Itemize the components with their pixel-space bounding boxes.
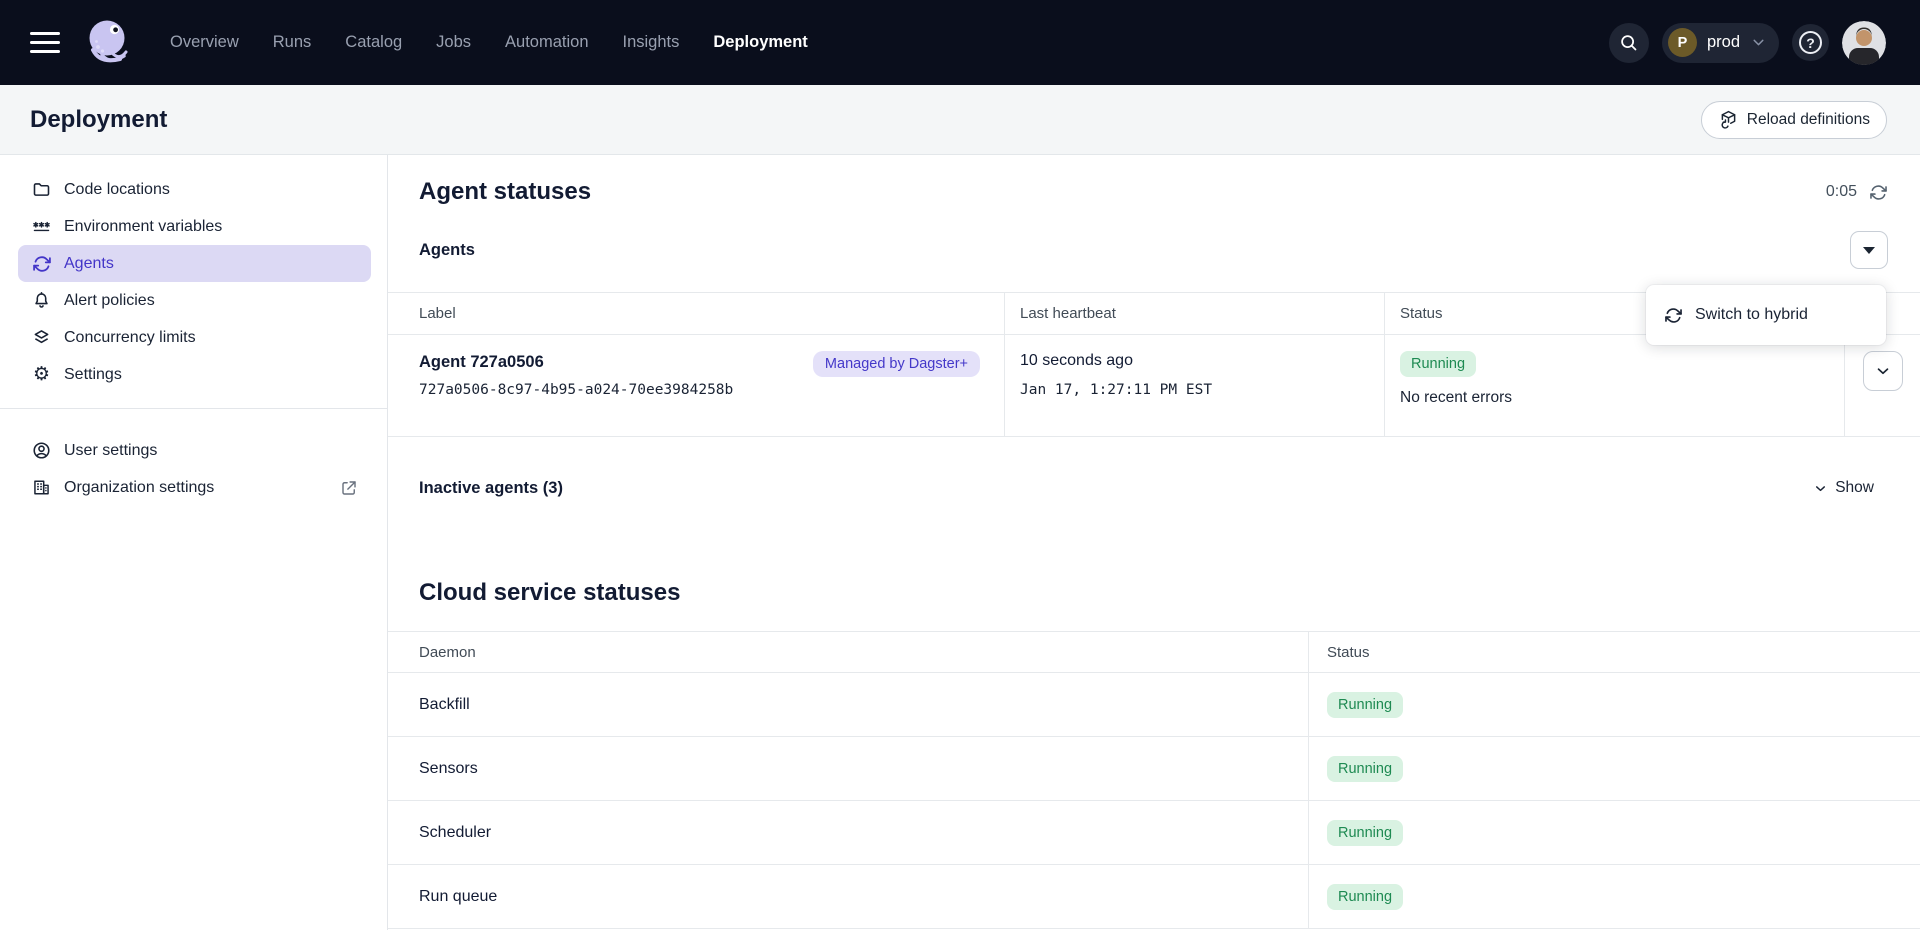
sidebar-item-environment-variables[interactable]: Environment variables (18, 208, 371, 245)
column-header-daemon: Daemon (388, 632, 1308, 672)
daemon-name: Backfill (388, 673, 1308, 736)
sidebar-item-code-locations[interactable]: Code locations (18, 171, 371, 208)
heartbeat-timestamp: Jan 17, 1:27:11 PM EST (1020, 382, 1369, 398)
agents-section-title: Agents (419, 241, 475, 260)
nav-item-runs[interactable]: Runs (273, 33, 312, 52)
chevron-down-icon (1874, 362, 1892, 380)
org-avatar: P (1668, 28, 1697, 57)
agent-status-badge: Running (1400, 351, 1476, 377)
nav-item-catalog[interactable]: Catalog (345, 33, 402, 52)
sidebar-item-user-settings[interactable]: User settings (18, 432, 371, 469)
agent-name: Agent 727a0506 (419, 351, 733, 373)
gear-icon: ⚙ (31, 364, 52, 385)
top-nav: Overview Runs Catalog Jobs Automation In… (0, 0, 1920, 85)
daemon-status-badge: Running (1327, 884, 1403, 910)
nav-item-overview[interactable]: Overview (170, 33, 239, 52)
folder-icon (31, 179, 52, 200)
search-button[interactable] (1609, 23, 1649, 63)
chevron-down-icon (1813, 481, 1828, 496)
sidebar-item-organization-settings[interactable]: Organization settings (18, 469, 371, 506)
triangle-down-icon (1863, 247, 1875, 254)
daemon-row-sensors: Sensors Running (388, 737, 1920, 801)
question-icon: ? (1799, 31, 1822, 54)
daemon-status-badge: Running (1327, 692, 1403, 718)
nav-item-insights[interactable]: Insights (623, 33, 680, 52)
daemon-row-scheduler: Scheduler Running (388, 801, 1920, 865)
hamburger-menu-icon[interactable] (30, 32, 60, 54)
cloud-service-statuses-title: Cloud service statuses (419, 579, 680, 607)
user-avatar[interactable] (1842, 21, 1886, 65)
help-button[interactable]: ? (1792, 24, 1829, 61)
user-circle-icon (31, 440, 52, 461)
sidebar-item-alert-policies[interactable]: Alert policies (18, 282, 371, 319)
inactive-agents-title: Inactive agents (3) (419, 479, 563, 498)
chevron-down-icon (1750, 34, 1767, 51)
reload-definitions-button[interactable]: Reload definitions (1701, 101, 1887, 139)
agents-menu-toggle-button[interactable] (1850, 231, 1888, 269)
deployment-switcher[interactable]: P prod (1662, 23, 1779, 63)
sidebar-divider (0, 408, 387, 409)
daemon-name: Scheduler (388, 801, 1308, 864)
external-link-icon (340, 479, 358, 497)
sidebar-item-settings[interactable]: ⚙ Settings (18, 356, 371, 393)
daemon-table-header: Daemon Status (388, 632, 1920, 673)
dagster-logo-icon[interactable] (80, 14, 138, 72)
daemon-row-backfill: Backfill Running (388, 673, 1920, 737)
daemon-status-badge: Running (1327, 756, 1403, 782)
daemon-status-badge: Running (1327, 820, 1403, 846)
deployment-name: prod (1707, 33, 1740, 52)
layers-icon (31, 327, 52, 348)
sidebar-item-concurrency-limits[interactable]: Concurrency limits (18, 319, 371, 356)
daemon-name: Run queue (388, 865, 1308, 928)
agent-row: Agent 727a0506 727a0506-8c97-4b95-a024-7… (388, 335, 1920, 436)
column-header-status: Status (1308, 632, 1920, 672)
env-vars-icon (31, 216, 52, 237)
page-header: Deployment Reload definitions (0, 85, 1920, 155)
deployment-main: Agent statuses 0:05 Agents (388, 155, 1920, 930)
bell-icon (31, 290, 52, 311)
agent-statuses-title: Agent statuses (419, 178, 591, 206)
nav-item-jobs[interactable]: Jobs (436, 33, 471, 52)
deployment-sidebar: Code locations Environment variables (0, 155, 388, 930)
agent-status-note: No recent errors (1400, 389, 1829, 407)
column-header-heartbeat: Last heartbeat (1004, 293, 1384, 334)
managed-badge: Managed by Dagster+ (813, 351, 980, 377)
refresh-countdown: 0:05 (1826, 183, 1857, 201)
agent-row-menu-button[interactable] (1863, 351, 1903, 391)
nav-item-automation[interactable]: Automation (505, 33, 588, 52)
page-title: Deployment (30, 106, 167, 134)
heartbeat-relative: 10 seconds ago (1020, 351, 1369, 371)
primary-nav: Overview Runs Catalog Jobs Automation In… (170, 33, 808, 52)
daemon-row-run-queue: Run queue Running (388, 865, 1920, 929)
agent-id: 727a0506-8c97-4b95-a024-70ee3984258b (419, 382, 733, 398)
refresh-icon (1869, 183, 1888, 202)
refresh-button[interactable] (1869, 183, 1888, 202)
sidebar-item-agents[interactable]: Agents (18, 245, 371, 282)
building-icon (31, 477, 52, 498)
reload-box-icon (1718, 109, 1739, 130)
nav-item-deployment[interactable]: Deployment (713, 33, 807, 52)
sync-icon (1664, 306, 1683, 325)
daemon-table: Daemon Status Backfill Running Sensors R… (388, 631, 1920, 929)
search-icon (1618, 32, 1639, 53)
column-header-label: Label (388, 293, 1004, 334)
agents-context-menu: Switch to hybrid (1646, 285, 1886, 345)
menu-item-switch-to-hybrid[interactable]: Switch to hybrid (1646, 291, 1886, 339)
daemon-name: Sensors (388, 737, 1308, 800)
show-inactive-toggle[interactable]: Show (1813, 479, 1874, 497)
agent-sync-icon (31, 253, 52, 274)
